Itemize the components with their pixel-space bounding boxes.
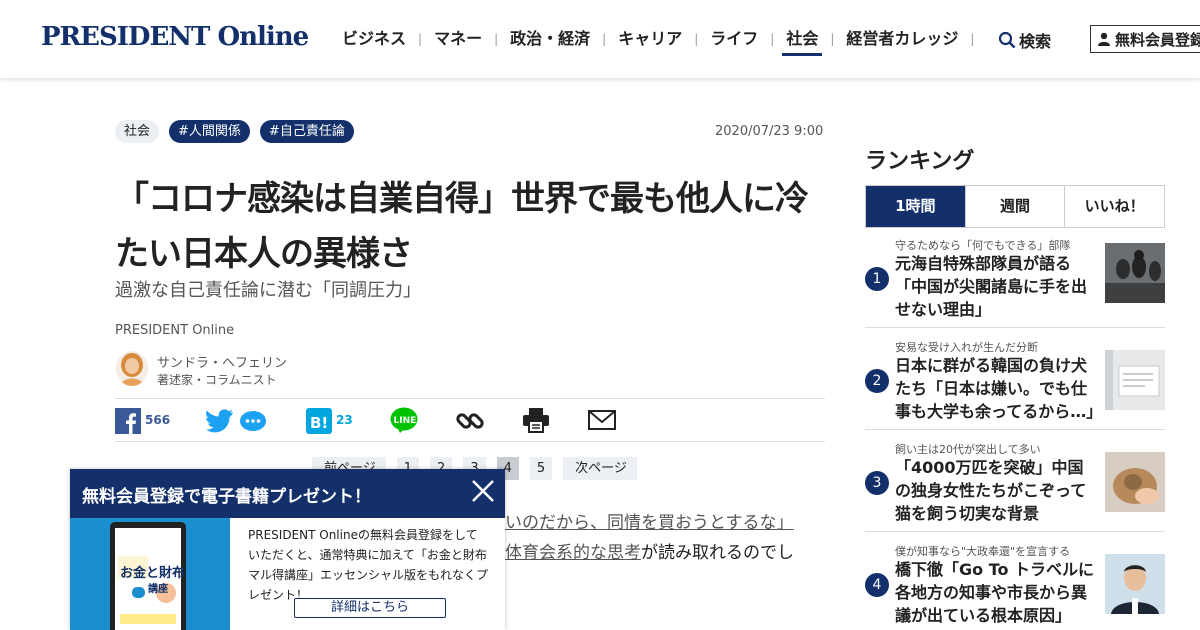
article-source: PRESIDENT Online [115,323,235,338]
link-icon[interactable] [455,406,485,436]
nav-item-executive-college[interactable]: 経営者カレッジ [842,26,962,52]
author-name[interactable]: サンドラ・ヘフェリン [157,352,287,371]
nav-item-career[interactable]: キャリア [614,26,686,52]
hatena-bookmark-icon[interactable]: B! [306,408,332,434]
ranking-kicker: 守るためなら「何でもできる」部隊 [895,239,1071,252]
article-subtitle: 過激な自己責任論に潜む「同調圧力」 [115,280,421,301]
ranking-tab-1hour[interactable]: 1時間 [866,186,965,227]
tag-human-relations[interactable]: #人間関係 [169,120,250,143]
article-title: 「コロナ感染は自業自得」世界で最も他人に冷たい日本人の異様さ [115,179,809,274]
twitter-icon[interactable] [206,409,234,433]
search-button[interactable]: 検索 [998,28,1051,52]
nav-item-business[interactable]: ビジネス [338,26,410,52]
page-link-5[interactable]: 5 [529,457,553,480]
ranking-headline: 日本に群がる韓国の負け犬たち「日本は嫌い。でも仕事も大学も余ってるから…」 [895,356,1103,421]
ranking-headline: 「4000万匹を突破」中国の独身女性たちがこぞって猫を飼う切実な背景 [895,458,1087,523]
person-icon [1098,32,1110,46]
publish-date: 2020/07/23 9:00 [715,124,824,139]
promo-details-button[interactable]: 詳細はこちら [294,598,446,618]
body-line2-rest: が読み取れるのでし [641,543,794,563]
promo-popup: 無料会員登録で電子書籍プレゼント！ お金と財布 マル得 講座 PRESIDENT… [70,469,505,630]
author-role: 著述家・コラムニスト [157,373,277,387]
line-icon[interactable]: LINE [390,407,418,433]
facebook-icon[interactable] [115,408,141,434]
ranking-thumbnail [1105,452,1165,512]
main-nav: ビジネス | マネー | 政治・経済 | キャリア | ライフ | 社会 | 経営者カレッジ… [338,26,982,56]
ranking-number: 1 [865,267,889,291]
ranking-headline: 橋下徹「Go To トラベルに各地方の知事や市長から異議が出ている根本原因」 [895,560,1095,625]
nav-item-life[interactable]: ライフ [706,26,762,52]
site-header: PRESIDENT Online ビジネス | マネー | 政治・経済 | キャリア |… [0,0,1200,78]
nav-item-politics-economy[interactable]: 政治・経済 [506,26,594,52]
mail-icon[interactable] [588,410,616,430]
nav-item-money[interactable]: マネー [430,26,486,52]
ranking-thumbnail [1105,554,1165,614]
ranking-title: ランキング [865,149,975,174]
tag-self-responsibility[interactable]: #自己責任論 [259,120,354,143]
author-avatar[interactable] [116,351,148,386]
ranking-headline: 元海自特殊部隊員が語る「中国が尖閣諸島に手を出せない理由」 [895,254,1088,319]
promo-description: PRESIDENT Onlineの無料会員登録をしていただくと、通常特典に加えて… [248,528,489,602]
facebook-count: 566 [145,413,171,427]
svg-text:B!: B! [310,414,328,432]
ranking-divider [865,531,1165,532]
site-logo[interactable]: PRESIDENT Online [41,22,309,52]
ranking-tab-likes[interactable]: いいね！ [1064,186,1164,227]
print-icon[interactable] [522,407,550,433]
ranking-divider [865,327,1165,328]
ranking-kicker: 僕が知事なら"大政奉還"を宣言する [895,545,1071,558]
register-button[interactable]: 無料会員登録 [1090,25,1200,53]
share-bar: 566 B! 23 LINE [115,398,825,442]
body-line1: いのだから、同情を買おうとするな」 [505,513,794,533]
promo-book-title: お金と財布 [120,566,186,581]
nav-item-society[interactable]: 社会 [782,26,823,56]
ranking-tabs: 1時間 週間 いいね！ [865,185,1165,228]
article-tags: 社会 #人間関係 #自己責任論 [115,120,354,143]
ranking-item[interactable]: 1 守るためなら「何でもできる」部隊 元海自特殊部隊員が語る「中国が尖閣諸島に手… [865,237,1165,319]
hatena-count: 23 [336,413,353,427]
ranking-item[interactable]: 3 飼い主は20代が突出して多い 「4000万匹を突破」中国の独身女性たちがこぞ… [865,429,1165,523]
search-icon [998,31,1016,49]
ranking-number: 4 [865,573,889,597]
ranking-thumbnail [1105,350,1165,410]
ranking-item[interactable]: 2 安易な受け入れが生んだ分断 日本に群がる韓国の負け犬たち「日本は嫌い。でも仕… [865,327,1165,421]
promo-book-sub: 講座 [148,584,168,595]
ranking-kicker: 安易な受け入れが生んだ分断 [895,341,1038,354]
promo-book-image[interactable]: お金と財布 マル得 講座 [70,518,230,630]
ranking-tab-weekly[interactable]: 週間 [964,186,1065,227]
svg-text:LINE: LINE [394,416,417,426]
search-label: 検索 [1019,32,1052,51]
register-label: 無料会員登録 [1115,30,1200,49]
ranking-number: 2 [865,369,889,393]
tag-category[interactable]: 社会 [115,120,160,143]
ranking-kicker: 飼い主は20代が突出して多い [895,443,1041,456]
article-body: いのだから、同情を買おうとするな」 体育会系的な思考が読み取れるのでし [505,508,794,568]
close-icon[interactable] [469,477,497,505]
comment-icon[interactable] [239,410,267,432]
ranking-thumbnail [1105,243,1165,303]
ranking-divider [865,429,1165,430]
body-line2-underlined: 体育会系的な思考 [505,543,641,563]
promo-title: 無料会員登録で電子書籍プレゼント！ [70,469,505,518]
ranking-number: 3 [865,471,889,495]
ranking-item[interactable]: 4 僕が知事なら"大政奉還"を宣言する 橋下徹「Go To トラベルに各地方の知… [865,531,1165,625]
next-page-button[interactable]: 次ページ [563,457,637,480]
